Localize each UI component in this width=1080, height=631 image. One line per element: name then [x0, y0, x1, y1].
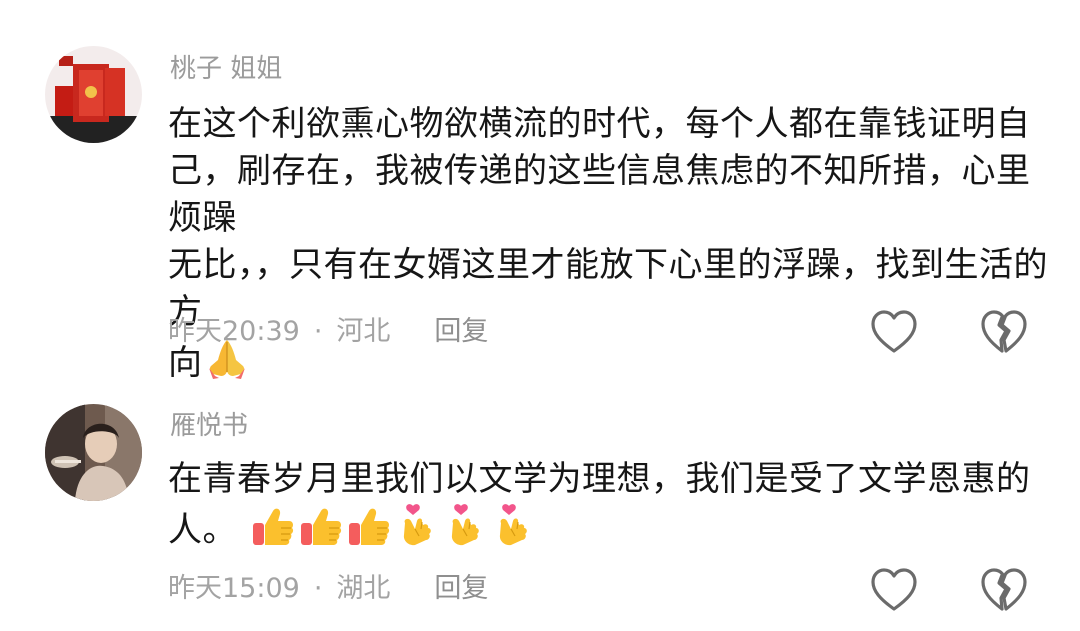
meta-separator: ·: [313, 573, 323, 604]
comment-line: 在这个利欲熏心物欲横流的时代，每个人都在靠钱证明自: [168, 104, 1031, 144]
comment-line: 在青春岁月里我们以文学为理想，我们是受了文学恩惠的: [168, 459, 1031, 499]
comment-time: 昨天20:39: [168, 316, 300, 347]
username[interactable]: 桃子 姐姐: [170, 52, 282, 86]
comment-meta: 昨天15:09 · 湖北 回复: [168, 572, 488, 606]
avatar[interactable]: [45, 404, 142, 501]
comment-location: 河北: [336, 316, 391, 347]
username[interactable]: 雁悦书: [170, 409, 248, 443]
thumbs-up-icon: [349, 508, 390, 545]
finger-heart-icon: [451, 504, 479, 546]
finger-heart-icon: [403, 504, 431, 546]
finger-heart-icon: [499, 504, 527, 546]
heart-icon[interactable]: [870, 567, 918, 613]
comment-text: 在青春岁月里我们以文学为理想，我们是受了文学恩惠的 人。: [168, 456, 1048, 554]
comment-line: 己，刷存在，我被传递的这些信息焦虑的不知所措，心里烦躁: [168, 151, 1031, 238]
thumbs-up-icon: [301, 508, 342, 545]
comment-time: 昨天15:09: [168, 573, 300, 604]
comment-line: 人。: [168, 503, 1048, 554]
meta-separator: ·: [313, 316, 323, 347]
comment-location: 湖北: [336, 573, 391, 604]
broken-heart-icon[interactable]: [980, 309, 1028, 355]
comment-meta: 昨天20:39 · 河北 回复: [168, 315, 488, 349]
heart-icon[interactable]: [870, 309, 918, 355]
broken-heart-icon[interactable]: [980, 567, 1028, 613]
avatar[interactable]: [45, 46, 142, 143]
thumbs-up-icon: [253, 508, 294, 545]
reply-button[interactable]: 回复: [434, 572, 488, 606]
reply-button[interactable]: 回复: [434, 315, 488, 349]
